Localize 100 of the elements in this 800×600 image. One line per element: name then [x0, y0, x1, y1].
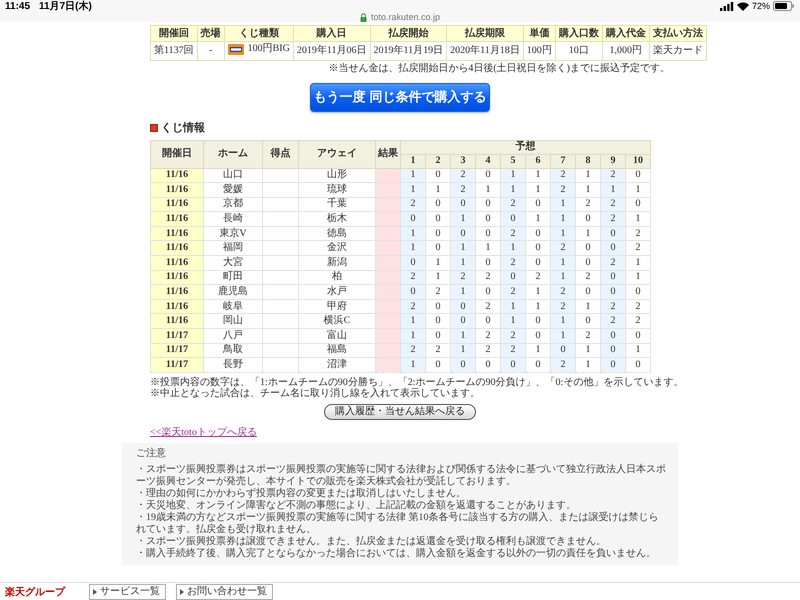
table-cell: 2 [626, 226, 651, 241]
logo-icon [228, 44, 244, 54]
table-cell: 1 [550, 314, 576, 329]
table-cell: 0 [600, 240, 626, 256]
table-cell: 11/16 [150, 182, 204, 198]
section-title: くじ情報 [161, 122, 205, 134]
table-cell: 1 [626, 270, 651, 285]
table-cell: 11/16 [150, 256, 204, 270]
table-cell: 1 [500, 314, 526, 329]
column-header: くじ種類 [224, 26, 294, 42]
table-cell: 沼津 [298, 358, 376, 372]
table-cell: 金沢 [298, 240, 376, 256]
note-text: ※投票内容の数字は、「1:ホームチームの90分勝ち」、「2:ホームチームの90分負け」、「0:その他」を示しています。 [150, 376, 684, 388]
table-cell: 1 [450, 328, 476, 344]
table-cell: 11/17 [150, 328, 204, 344]
table-cell: 1 [626, 212, 651, 226]
table-cell: 2 [626, 314, 651, 329]
square-bullet-icon [150, 124, 158, 132]
table-cell: 11/16 [150, 270, 204, 285]
table-cell: 2 [626, 240, 651, 256]
table-cell: 11/16 [150, 314, 204, 329]
battery-icon [773, 1, 794, 11]
column-header: 支払い方法 [649, 26, 706, 42]
history-button[interactable]: 購入履歴・当せん結果へ戻る [324, 404, 476, 420]
repurchase-button[interactable]: もう一度 同じ条件で購入する [310, 82, 490, 112]
table-cell: 甲府 [298, 299, 376, 314]
table-cell: 大宮 [204, 256, 262, 270]
table-cell: 0 [626, 328, 651, 344]
table-cell: 11/17 [150, 358, 204, 372]
triangle-icon [93, 588, 97, 594]
table-cell: 2 [500, 284, 526, 300]
table-cell: 1 [400, 328, 426, 344]
table-cell: 1 [450, 256, 476, 270]
column-header: 払戻期限 [446, 26, 524, 42]
table-cell: 千葉 [298, 197, 376, 212]
table-cell: 2 [600, 212, 626, 226]
column-header: 予想 [400, 140, 651, 154]
payout-note: ※当せん金は、払戻開始日から4日後(土日祝日を除く)までに振込予定です。 [328, 62, 670, 74]
caution-text: ・天災地変、オンライン障害など不測の事態により、上記記載の金額を返還することがあります。 [136, 500, 577, 512]
table-cell: 1 [600, 182, 626, 198]
table-cell: 1 [500, 182, 526, 198]
table-cell: 水戸 [298, 284, 376, 300]
table-cell: 東京V [204, 226, 262, 241]
table-cell: 琉球 [298, 182, 376, 198]
table-cell: 長崎 [204, 212, 262, 226]
table-cell: 1 [550, 256, 576, 270]
result-cell [376, 358, 400, 372]
table-cell: 0 [600, 284, 626, 300]
column-header: 結果 [376, 140, 400, 168]
result-cell [376, 284, 400, 300]
table-cell: 福岡 [204, 240, 262, 256]
url-text[interactable]: toto.rakuten.co.jp [370, 12, 440, 22]
table-cell: 0 [400, 284, 426, 300]
table-cell: 0 [500, 212, 526, 226]
table-cell: 11/17 [150, 343, 204, 358]
table-cell: 新潟 [298, 256, 376, 270]
column-header: アウェイ [298, 140, 376, 168]
status-date: 11月7日(木) [39, 0, 92, 13]
column-header: ホーム [204, 140, 262, 168]
caution-text: ・19歳未満の方などスポーツ振興投票の実施等に関する法律 第10条各号に該当する方の購入、または譲受けは禁じられています。払戻金も受け取れません。 [136, 512, 660, 536]
table-cell: 1 [500, 240, 526, 256]
table-cell: 11/16 [150, 240, 204, 256]
caution-text: ・購入手続終了後、購入完了とならなかった場合においては、購入金額を返金する以外の一切の責任を負いません。 [136, 548, 657, 560]
table-cell: 1 [400, 182, 426, 198]
triangle-icon [180, 588, 184, 594]
column-header: 売場 [197, 26, 224, 42]
signal-icon [720, 2, 734, 10]
table-cell: 0 [626, 358, 651, 372]
table-cell: 富山 [298, 328, 376, 344]
column-header: 単価 [523, 26, 556, 42]
table-cell: 1 [626, 182, 651, 198]
result-cell [376, 212, 400, 226]
table-cell: 2 [550, 284, 576, 300]
table-cell: 11/16 [150, 284, 204, 300]
table-cell: 第1137回 [150, 42, 198, 60]
top-link[interactable]: <<楽天totoトップへ戻る [150, 426, 257, 438]
table-cell: 2 [500, 256, 526, 270]
table-cell: 楽天カード [649, 42, 706, 60]
table-cell: 11/16 [150, 299, 204, 314]
note-text: ※中止となった試合は、チーム名に取り消し線を入れて表示しています。 [150, 388, 481, 399]
column-header: 開催日 [150, 140, 204, 168]
table-cell: 鳥取 [204, 343, 262, 358]
table-cell: 0 [500, 358, 526, 372]
result-cell [376, 182, 400, 198]
table-cell: 0 [600, 358, 626, 372]
column-header: 購入口数 [555, 26, 602, 42]
footer-button[interactable]: お問い合わせ一覧 [176, 584, 273, 600]
column-header: 購入代金 [602, 26, 650, 42]
table-cell: 1 [450, 240, 476, 256]
table-cell: 11/16 [150, 212, 204, 226]
table-cell: 0 [626, 284, 651, 300]
footer-button[interactable]: サービス一覧 [89, 584, 166, 600]
result-cell [376, 328, 400, 344]
table-cell: 岐阜 [204, 299, 262, 314]
table-cell: 2 [550, 358, 576, 372]
table-cell: 0 [400, 212, 426, 226]
table-cell: 0 [626, 197, 651, 212]
table-cell: 長野 [204, 358, 262, 372]
table-cell: 1 [626, 343, 651, 358]
table-cell: 1 [400, 240, 426, 256]
